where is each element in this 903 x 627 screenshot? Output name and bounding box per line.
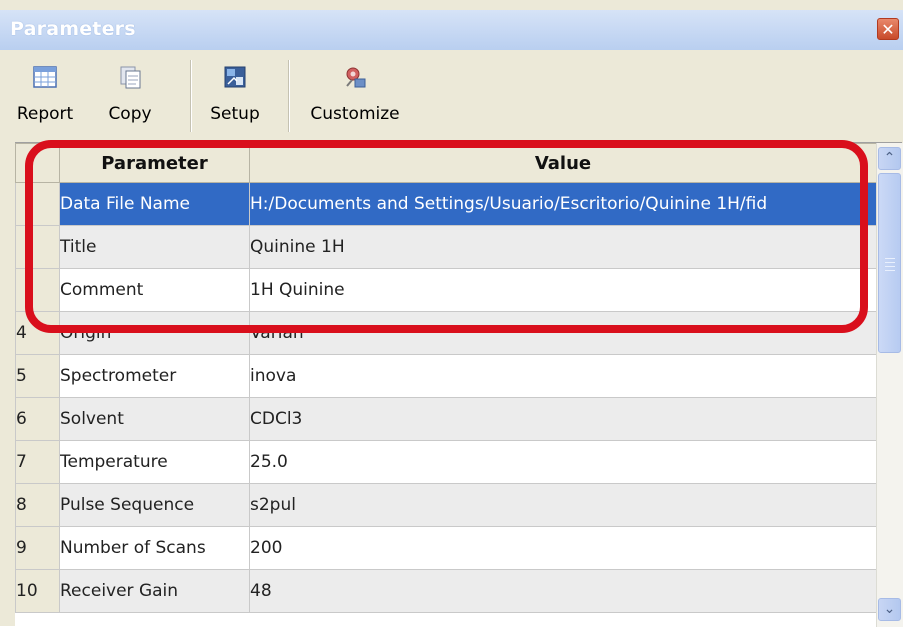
chevron-down-icon: ⌄ (883, 601, 896, 617)
value-cell[interactable]: Varian (249, 311, 877, 355)
table-row[interactable]: Comment 1H Quinine (15, 268, 877, 312)
setup-icon (224, 66, 246, 88)
parameters-table: Parameter Value Data File Name H:/Docume… (15, 143, 877, 613)
parameter-cell[interactable]: Receiver Gain (59, 569, 250, 613)
row-number (15, 225, 60, 269)
table-row[interactable]: 6 Solvent CDCl3 (15, 397, 877, 441)
row-number: 6 (15, 397, 60, 441)
row-number: 9 (15, 526, 60, 570)
vertical-scrollbar[interactable]: ⌃ ⌄ (876, 143, 903, 627)
report-icon (33, 66, 57, 88)
copy-icon (120, 66, 141, 89)
scroll-down-button[interactable]: ⌄ (878, 598, 901, 621)
row-number: 10 (15, 569, 60, 613)
table-row[interactable]: Title Quinine 1H (15, 225, 877, 269)
table-row[interactable]: Data File Name H:/Documents and Settings… (15, 182, 877, 226)
parameter-cell[interactable]: Pulse Sequence (59, 483, 250, 527)
copy-label: Copy (108, 104, 152, 124)
row-number (15, 268, 60, 312)
value-cell[interactable]: inova (249, 354, 877, 398)
toolbar-separator (190, 60, 192, 132)
setup-label: Setup (210, 104, 260, 124)
value-cell[interactable]: 1H Quinine (249, 268, 877, 312)
table-row[interactable]: 4 Origin Varian (15, 311, 877, 355)
report-label: Report (16, 104, 74, 124)
row-number-header (15, 143, 60, 183)
title-bar: Parameters ✕ (0, 10, 903, 50)
row-number (15, 182, 60, 226)
customize-icon (346, 67, 366, 88)
parameter-cell[interactable]: Origin (59, 311, 250, 355)
value-column-header[interactable]: Value (249, 143, 877, 183)
parameter-column-header[interactable]: Parameter (59, 143, 250, 183)
thumb-grip (885, 266, 895, 267)
chevron-up-icon: ⌃ (883, 150, 896, 166)
thumb-grip (885, 270, 895, 271)
table-row[interactable]: 8 Pulse Sequence s2pul (15, 483, 877, 527)
value-cell[interactable]: 200 (249, 526, 877, 570)
copy-button[interactable]: Copy (95, 64, 165, 124)
parameter-cell[interactable]: Spectrometer (59, 354, 250, 398)
value-cell[interactable]: CDCl3 (249, 397, 877, 441)
header-row: Parameter Value (15, 143, 877, 183)
customize-label: Customize (310, 104, 400, 124)
parameter-cell[interactable]: Comment (59, 268, 250, 312)
parameter-cell[interactable]: Solvent (59, 397, 250, 441)
table-row[interactable]: 9 Number of Scans 200 (15, 526, 877, 570)
value-cell[interactable]: H:/Documents and Settings/Usuario/Escrit… (249, 182, 877, 226)
thumb-grip (885, 258, 895, 259)
table-row[interactable]: 10 Receiver Gain 48 (15, 569, 877, 613)
scrollbar-thumb[interactable] (878, 173, 901, 353)
toolbar: Report Copy Setup Customize (0, 50, 903, 140)
value-cell[interactable]: 48 (249, 569, 877, 613)
report-button[interactable]: Report (10, 64, 80, 124)
scroll-up-button[interactable]: ⌃ (878, 147, 901, 170)
value-cell[interactable]: Quinine 1H (249, 225, 877, 269)
parameter-cell[interactable]: Title (59, 225, 250, 269)
parameter-cell[interactable]: Number of Scans (59, 526, 250, 570)
customize-button[interactable]: Customize (300, 64, 410, 124)
row-number: 5 (15, 354, 60, 398)
row-number: 4 (15, 311, 60, 355)
parameter-cell[interactable]: Data File Name (59, 182, 250, 226)
table-row[interactable]: 5 Spectrometer inova (15, 354, 877, 398)
toolbar-separator (288, 60, 290, 132)
row-number: 8 (15, 483, 60, 527)
value-cell[interactable]: s2pul (249, 483, 877, 527)
close-button[interactable]: ✕ (877, 18, 899, 40)
parameters-window: Parameters ✕ Report Copy Setup Customize… (0, 0, 903, 627)
value-cell[interactable]: 25.0 (249, 440, 877, 484)
thumb-grip (885, 262, 895, 263)
parameters-grid: Parameter Value Data File Name H:/Docume… (15, 142, 903, 627)
row-number: 7 (15, 440, 60, 484)
window-title: Parameters (10, 18, 136, 40)
table-row[interactable]: 7 Temperature 25.0 (15, 440, 877, 484)
parameter-cell[interactable]: Temperature (59, 440, 250, 484)
setup-button[interactable]: Setup (200, 64, 270, 124)
close-icon: ✕ (881, 20, 895, 39)
